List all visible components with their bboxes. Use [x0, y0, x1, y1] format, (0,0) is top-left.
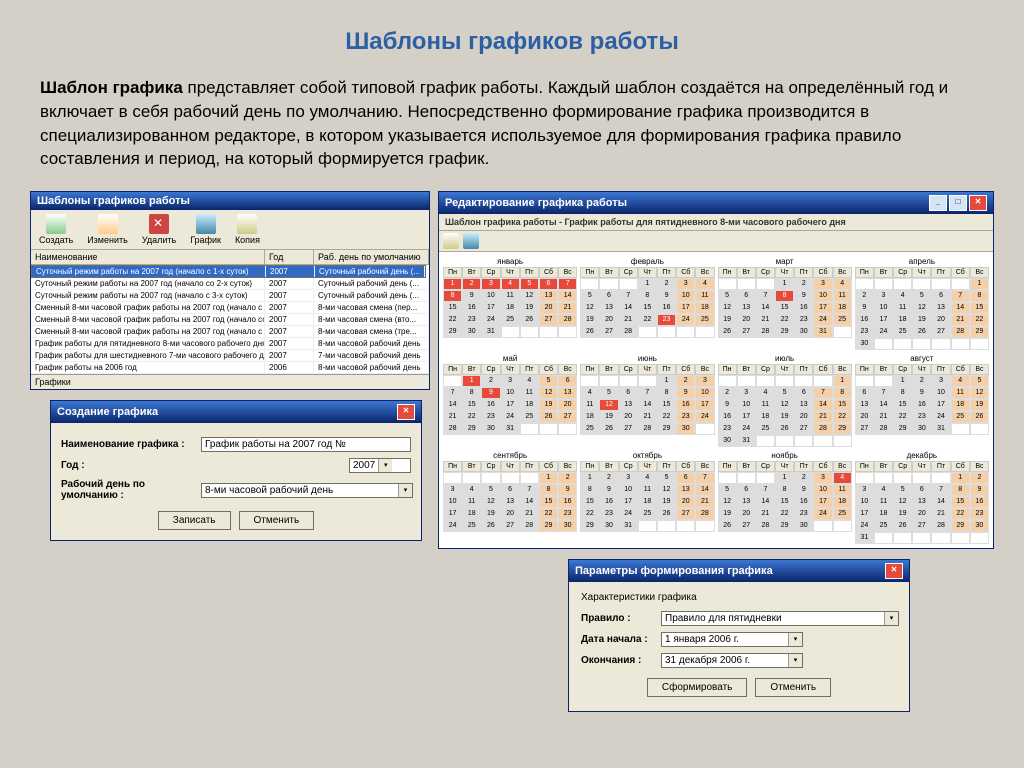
month-1: январьПнВтСрЧтПтСбВс12345678910111213141…: [443, 256, 577, 350]
toolbar: Создать Изменить Удалить График Копия: [31, 210, 429, 250]
table-row[interactable]: График работы на 2006 год20068-ми часово…: [31, 362, 429, 374]
end-label: Окончания :: [581, 655, 661, 666]
refresh-icon[interactable]: [463, 233, 479, 249]
minimize-icon[interactable]: _: [929, 195, 947, 211]
templates-list-window: Шаблоны графиков работы Создать Изменить…: [30, 191, 430, 390]
chevron-down-icon[interactable]: ▾: [378, 459, 392, 472]
month-3: мартПнВтСрЧтПтСбВс1234567891011121314151…: [718, 256, 852, 350]
chevron-down-icon[interactable]: ▾: [398, 484, 412, 497]
window-title: Создание графика: [57, 406, 397, 418]
month-5: майПнВтСрЧтПтСбВс12345678910111213141516…: [443, 353, 577, 447]
grid-footer: Графики: [31, 375, 429, 389]
table-row[interactable]: Суточный режим работы на 2007 год (начал…: [31, 265, 426, 278]
default-select[interactable]: 8-ми часовой рабочий день▾: [201, 483, 413, 498]
create-window: Создание графика ✕ Наименование графика …: [50, 400, 422, 541]
editor-toolbar: [439, 231, 993, 252]
form-button[interactable]: Сформировать: [647, 678, 748, 697]
table-row[interactable]: График работы для шестидневного 7-ми час…: [31, 350, 429, 362]
month-9: сентябрьПнВтСрЧтПтСбВс123456789101112131…: [443, 450, 577, 544]
start-label: Дата начала :: [581, 634, 661, 645]
save-button[interactable]: Записать: [158, 511, 231, 530]
table-row[interactable]: Сменный 8-ми часовой график работы на 20…: [31, 314, 429, 326]
copy-button[interactable]: Копия: [229, 212, 266, 247]
year-select[interactable]: 2007▾: [349, 458, 411, 473]
start-date[interactable]: 1 января 2006 г.▾: [661, 632, 803, 647]
name-label: Наименование графика :: [61, 439, 201, 450]
rule-select[interactable]: Правило для пятидневки▾: [661, 611, 899, 626]
maximize-icon[interactable]: □: [949, 195, 967, 211]
table-row[interactable]: Сменный 8-ми часовой график работы на 20…: [31, 326, 429, 338]
default-label: Рабочий день по умолчанию :: [61, 479, 201, 501]
rule-label: Правило :: [581, 613, 661, 624]
table-row[interactable]: Суточный режим работы на 2007 год (начал…: [31, 290, 429, 302]
cancel-button[interactable]: Отменить: [755, 678, 831, 697]
intro-text: Шаблон графика представляет собой типово…: [0, 66, 1024, 191]
table-row[interactable]: График работы для пятидневного 8-ми часо…: [31, 338, 429, 350]
schedule-button[interactable]: График: [184, 212, 227, 247]
col-name[interactable]: Наименование: [31, 250, 265, 264]
year-label: Год :: [61, 460, 201, 471]
month-7: июльПнВтСрЧтПтСбВс1234567891011121314151…: [718, 353, 852, 447]
templates-grid: Наименование Год Раб. день по умолчанию …: [31, 250, 429, 375]
close-icon[interactable]: ✕: [885, 563, 903, 579]
month-11: ноябрьПнВтСрЧтПтСбВс12345678910111213141…: [718, 450, 852, 544]
window-title: Параметры формирования графика: [575, 565, 885, 577]
month-4: апрельПнВтСрЧтПтСбВс12345678910111213141…: [855, 256, 989, 350]
month-2: февральПнВтСрЧтПтСбВс1234567891011121314…: [580, 256, 714, 350]
month-12: декабрьПнВтСрЧтПтСбВс1234567891011121314…: [855, 450, 989, 544]
create-button[interactable]: Создать: [33, 212, 79, 247]
chevron-down-icon[interactable]: ▾: [788, 654, 802, 667]
close-icon[interactable]: ✕: [969, 195, 987, 211]
col-default[interactable]: Раб. день по умолчанию: [314, 250, 429, 264]
chevron-down-icon[interactable]: ▾: [884, 612, 898, 625]
close-icon[interactable]: ✕: [397, 404, 415, 420]
editor-window: Редактирование графика работы _ □ ✕ Шабл…: [438, 191, 994, 549]
year-calendar: январьПнВтСрЧтПтСбВс12345678910111213141…: [439, 252, 993, 548]
month-8: августПнВтСрЧтПтСбВс12345678910111213141…: [855, 353, 989, 447]
col-year[interactable]: Год: [265, 250, 314, 264]
editor-subtitle: Шаблон графика работы - График работы дл…: [439, 214, 993, 231]
name-input[interactable]: График работы на 2007 год №: [201, 437, 411, 452]
delete-button[interactable]: Удалить: [136, 212, 182, 247]
edit-button[interactable]: Изменить: [81, 212, 134, 247]
save-icon[interactable]: [443, 233, 459, 249]
end-date[interactable]: 31 декабря 2006 г.▾: [661, 653, 803, 668]
chevron-down-icon[interactable]: ▾: [788, 633, 802, 646]
page-title: Шаблоны графиков работы: [0, 0, 1024, 66]
params-window: Параметры формирования графика ✕ Характе…: [568, 559, 910, 712]
table-row[interactable]: Суточный режим работы на 2007 год (начал…: [31, 278, 429, 290]
fieldset-legend: Характеристики графика: [581, 590, 897, 605]
table-row[interactable]: Сменный 8-ми часовой график работы на 20…: [31, 302, 429, 314]
month-10: октябрьПнВтСрЧтПтСбВс1234567891011121314…: [580, 450, 714, 544]
month-6: июньПнВтСрЧтПтСбВс1234567891011121314151…: [580, 353, 714, 447]
window-title: Шаблоны графиков работы: [37, 195, 423, 207]
window-title: Редактирование графика работы: [445, 197, 929, 209]
cancel-button[interactable]: Отменить: [239, 511, 315, 530]
